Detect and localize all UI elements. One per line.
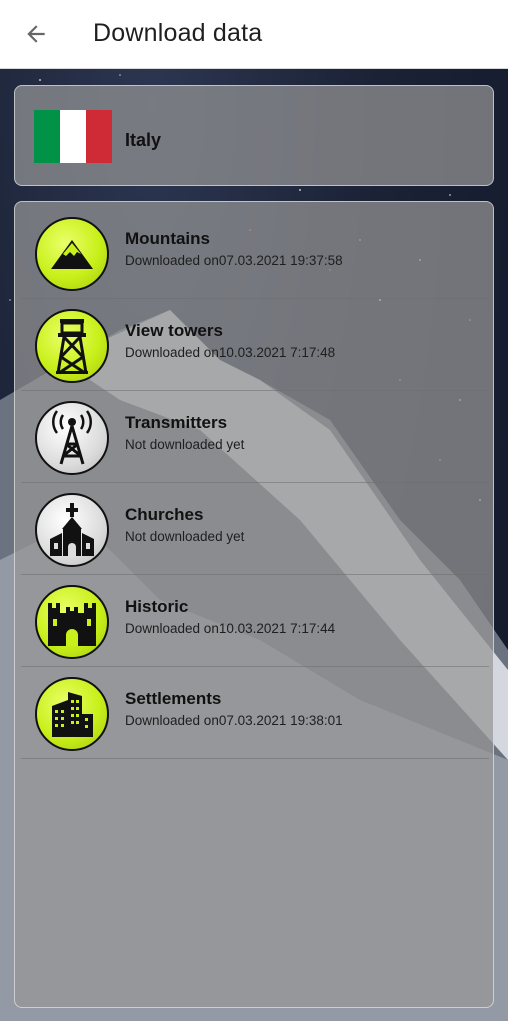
category-name: Historic xyxy=(125,597,189,616)
category-name: Transmitters xyxy=(125,413,228,432)
category-name: View towers xyxy=(125,321,223,340)
category-row-transmitters[interactable]: Transmitters Not downloaded yet xyxy=(21,391,489,483)
category-status: Downloaded on10.03.2021 7:17:48 xyxy=(125,345,336,360)
category-status: Downloaded on10.03.2021 7:17:44 xyxy=(125,621,336,636)
category-status: Downloaded on07.03.2021 19:38:01 xyxy=(125,713,343,728)
category-row-settlements[interactable]: Settlements Downloaded on07.03.2021 19:3… xyxy=(21,667,489,759)
flag-stripe-red xyxy=(86,110,112,163)
category-status: Downloaded on07.03.2021 19:37:58 xyxy=(125,253,343,268)
italy-flag-icon xyxy=(34,110,112,163)
castle-icon xyxy=(35,585,109,659)
country-name: Italy xyxy=(125,130,162,150)
transmitter-icon xyxy=(35,401,109,475)
mountain-icon xyxy=(35,217,109,291)
category-row-mountains[interactable]: Mountains Downloaded on07.03.2021 19:37:… xyxy=(21,207,489,299)
flag-stripe-white xyxy=(60,110,86,163)
category-row-churches[interactable]: Churches Not downloaded yet xyxy=(21,483,489,575)
flag-stripe-green xyxy=(34,110,60,163)
arrow-left-icon xyxy=(27,25,45,43)
category-status: Not downloaded yet xyxy=(125,529,245,544)
category-name: Mountains xyxy=(125,229,210,248)
category-name: Churches xyxy=(125,505,204,524)
category-row-historic[interactable]: Historic Downloaded on10.03.2021 7:17:44 xyxy=(21,575,489,667)
category-status: Not downloaded yet xyxy=(125,437,245,452)
app-bar: Download data xyxy=(0,0,508,69)
category-list: Mountains Downloaded on07.03.2021 19:37:… xyxy=(14,201,494,1008)
category-name: Settlements xyxy=(125,689,222,708)
country-selector[interactable]: Italy xyxy=(14,85,494,186)
buildings-icon xyxy=(35,677,109,751)
view-tower-icon xyxy=(35,309,109,383)
back-button[interactable] xyxy=(18,16,54,52)
category-row-view-towers[interactable]: View towers Downloaded on10.03.2021 7:17… xyxy=(21,299,489,391)
church-icon xyxy=(35,493,109,567)
page-title: Download data xyxy=(93,19,263,47)
